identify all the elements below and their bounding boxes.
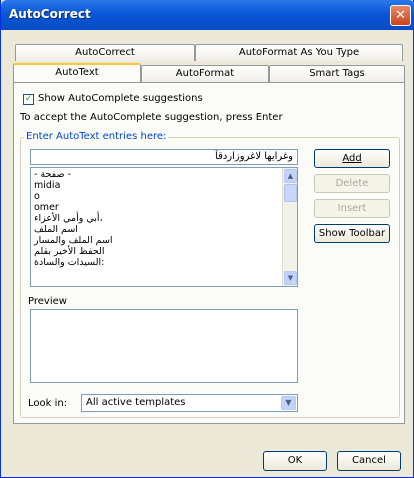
show-toolbar-button[interactable]: Show Toolbar	[314, 224, 390, 243]
autotext-entries-list[interactable]: - صفحة - midia o omer أبي وأمي الأعزاء، …	[30, 167, 298, 287]
delete-button-label: Delete	[335, 178, 369, 189]
insert-button[interactable]: Insert	[314, 199, 390, 218]
list-item[interactable]: أبي وأمي الأعزاء،	[31, 213, 281, 224]
autotext-entry-value: وغرايها لاغروزاردقآ	[215, 151, 293, 162]
autotext-tab-panel: ✓ Show AutoComplete suggestions To accep…	[13, 82, 405, 424]
delete-button[interactable]: Delete	[314, 174, 390, 193]
title-bar[interactable]: AutoCorrect ✕	[1, 0, 414, 30]
list-item[interactable]: midia	[31, 180, 281, 191]
list-item-text: اسم الملف	[34, 224, 78, 235]
list-item-text: أبي وأمي الأعزاء،	[34, 213, 103, 224]
ok-button-label: OK	[287, 455, 303, 466]
tab-autoformat-as-you-type[interactable]: AutoFormat As You Type	[195, 44, 403, 61]
tab-label: AutoFormat As You Type	[238, 47, 360, 58]
list-item[interactable]: - صفحة -	[31, 169, 281, 180]
autocomplete-hint: To accept the AutoComplete suggestion, p…	[20, 112, 283, 123]
close-button[interactable]: ✕	[390, 5, 411, 26]
list-scrollbar[interactable]: ▲ ▼	[282, 168, 297, 286]
insert-button-label: Insert	[337, 203, 367, 214]
cancel-button[interactable]: Cancel	[337, 451, 401, 471]
tab-label: AutoText	[55, 67, 99, 78]
preview-label: Preview	[28, 296, 67, 307]
cancel-button-label: Cancel	[352, 455, 386, 466]
entries-group-label: Enter AutoText entries here:	[24, 131, 169, 142]
scroll-up-button[interactable]: ▲	[284, 169, 297, 183]
list-item[interactable]: السيدات والسادة:	[31, 257, 281, 268]
show-autocomplete-label[interactable]: Show AutoComplete suggestions	[38, 93, 203, 104]
look-in-select[interactable]: All active templates ▼	[81, 394, 298, 412]
dropdown-button[interactable]: ▼	[281, 396, 296, 410]
tab-label: AutoCorrect	[75, 47, 135, 58]
add-button[interactable]: Add	[314, 149, 390, 168]
preview-box	[30, 309, 298, 383]
scroll-thumb[interactable]	[284, 184, 297, 202]
list-item[interactable]: اسم الملف والمسار	[31, 235, 281, 246]
list-item-text: الحفظ الأخير بقلم	[34, 246, 105, 257]
tab-autocorrect[interactable]: AutoCorrect	[15, 44, 195, 61]
tab-autotext[interactable]: AutoText	[13, 63, 141, 82]
list-item-text: midia	[34, 180, 61, 191]
list-item-text: السيدات والسادة:	[34, 257, 105, 268]
tab-autoformat[interactable]: AutoFormat	[141, 65, 269, 82]
chevron-down-icon: ▼	[287, 274, 294, 282]
list-item-text: omer	[34, 202, 59, 213]
tab-label: Smart Tags	[309, 68, 365, 79]
chevron-down-icon: ▼	[285, 398, 292, 407]
ok-button[interactable]: OK	[263, 451, 327, 471]
list-item[interactable]: اسم الملف	[31, 224, 281, 235]
list-item[interactable]: omer	[31, 202, 281, 213]
checkmark-icon: ✓	[24, 94, 33, 104]
tab-label: AutoFormat	[175, 68, 235, 79]
chevron-up-icon: ▲	[287, 172, 294, 180]
window-title: AutoCorrect	[9, 7, 91, 21]
list-item-text: اسم الملف والمسار	[34, 235, 113, 246]
close-icon: ✕	[395, 8, 406, 23]
list-item[interactable]: o	[31, 191, 281, 202]
list-item-text: - صفحة -	[34, 169, 72, 180]
list-item-text: o	[34, 191, 40, 202]
look-in-label: Look in:	[28, 398, 68, 409]
add-button-label: Add	[342, 153, 362, 164]
show-autocomplete-checkbox[interactable]: ✓	[23, 94, 34, 105]
autocorrect-dialog: AutoCorrect ✕ AutoCorrect AutoFormat As …	[0, 0, 414, 478]
tab-smart-tags[interactable]: Smart Tags	[269, 65, 405, 82]
autotext-entry-input[interactable]: وغرايها لاغروزاردقآ	[30, 149, 298, 165]
scroll-down-button[interactable]: ▼	[284, 271, 297, 285]
list-item[interactable]: الحفظ الأخير بقلم	[31, 246, 281, 257]
look-in-selected-value: All active templates	[86, 397, 186, 408]
show-toolbar-button-label: Show Toolbar	[318, 228, 386, 239]
list-items-container: - صفحة - midia o omer أبي وأمي الأعزاء، …	[31, 169, 281, 268]
